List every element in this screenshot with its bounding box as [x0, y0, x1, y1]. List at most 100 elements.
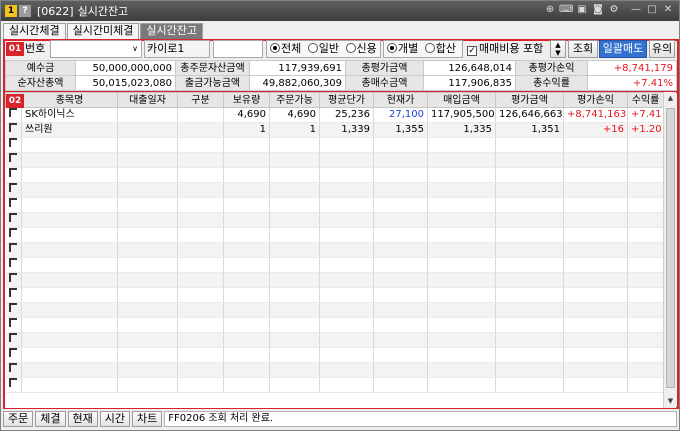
empty-cell [495, 212, 564, 228]
empty-cell [177, 152, 224, 168]
include-fee-label: 매매비용 포함 [479, 42, 544, 55]
empty-cell [319, 302, 374, 318]
table-row[interactable] [5, 152, 663, 168]
scroll-thumb[interactable] [666, 108, 675, 388]
empty-cell [319, 137, 374, 153]
status-bar: 주문 체결 현재 시간 차트 FF0206 조회 처리 완료. [3, 410, 677, 428]
row-marker-icon [5, 197, 22, 213]
table-row[interactable] [5, 182, 663, 198]
minimize-icon[interactable]: — [629, 3, 643, 17]
account-number-select[interactable]: ∨ [50, 40, 142, 58]
table-row[interactable] [5, 287, 663, 303]
holdings-grid[interactable]: 종목명 대출일자 구분 보유량 주문가능 평균단가 현재가 매입금액 평가금액 … [5, 92, 663, 408]
table-row[interactable]: 쓰리원 1 1 1,339 1,355 1,335 1,351 +16 +1.2… [5, 122, 663, 138]
scroll-up-icon[interactable]: ▲ [664, 92, 677, 105]
table-row[interactable] [5, 332, 663, 348]
total-order-asset-label: 총주문자산금액 [175, 60, 250, 76]
camera-icon[interactable]: ◙ [591, 3, 605, 17]
empty-cell [427, 377, 496, 393]
query-button[interactable]: 조회 [568, 40, 598, 58]
col-header-loan-date[interactable]: 대출일자 [117, 92, 178, 108]
cell-type [177, 122, 224, 138]
chevron-down-icon[interactable]: ∨ [132, 41, 138, 57]
table-row[interactable] [5, 377, 663, 393]
empty-cell [177, 137, 224, 153]
close-icon[interactable]: ✕ [661, 3, 675, 17]
radio-all[interactable]: 전체 [270, 42, 301, 55]
table-row[interactable] [5, 272, 663, 288]
fills-button[interactable]: 체결 [35, 411, 66, 427]
scroll-down-icon[interactable]: ▼ [664, 395, 677, 408]
empty-cell [269, 302, 320, 318]
table-row[interactable] [5, 362, 663, 378]
col-header-eval-amount[interactable]: 평가금액 [495, 92, 564, 108]
empty-cell [223, 167, 270, 183]
cell-pnl: +8,741,163 [563, 107, 628, 123]
col-header-cur-price[interactable]: 현재가 [373, 92, 428, 108]
empty-cell [21, 362, 118, 378]
empty-cell [21, 227, 118, 243]
table-row[interactable] [5, 167, 663, 183]
col-header-avg-price[interactable]: 평균단가 [319, 92, 374, 108]
col-header-name[interactable]: 종목명 [21, 92, 118, 108]
table-row[interactable] [5, 242, 663, 258]
row-marker-icon [5, 362, 22, 378]
radio-combined[interactable]: 합산 [424, 42, 456, 55]
empty-cell [495, 167, 564, 183]
sell-all-button[interactable]: 일괄매도 [599, 40, 647, 58]
tab-realtime-unfilled[interactable]: 실시간미체결 [66, 23, 140, 39]
col-header-pnl[interactable]: 평가손익 [563, 92, 628, 108]
pin-icon[interactable]: ⊕ [543, 3, 557, 17]
row-marker-icon [5, 107, 22, 123]
chart-button[interactable]: 차트 [132, 411, 163, 427]
empty-cell [319, 287, 374, 303]
col-header-qty[interactable]: 보유량 [223, 92, 270, 108]
gear-icon[interactable]: ⚙ [607, 3, 621, 17]
maximize-icon[interactable]: □ [645, 3, 659, 17]
total-return-value: +7.41% [587, 75, 677, 91]
col-header-type[interactable]: 구분 [177, 92, 224, 108]
keyboard-icon[interactable]: ⌨ [559, 3, 573, 17]
spin-updown-icon[interactable]: ▲ ▼ [550, 40, 566, 58]
row-marker-icon [5, 377, 22, 393]
col-header-return[interactable]: 수익률 [627, 92, 663, 108]
table-row[interactable] [5, 347, 663, 363]
table-row[interactable] [5, 302, 663, 318]
tab-realtime-balance[interactable]: 실시간잔고 [140, 23, 203, 39]
help-icon[interactable]: ? [19, 5, 31, 17]
empty-cell [427, 182, 496, 198]
table-row[interactable] [5, 317, 663, 333]
empty-cell [117, 257, 178, 273]
include-fee-checkbox[interactable]: ✓ 매매비용 포함 [467, 40, 543, 58]
tab-realtime-fills[interactable]: 실시간체결 [3, 23, 66, 39]
row-marker-icon [5, 167, 22, 183]
empty-cell [373, 242, 428, 258]
col-header-orderable[interactable]: 주문가능 [269, 92, 320, 108]
table-row[interactable] [5, 227, 663, 243]
table-row[interactable] [5, 197, 663, 213]
empty-cell [427, 302, 496, 318]
password-field[interactable] [213, 40, 263, 58]
quote-button[interactable]: 현재 [67, 411, 98, 427]
empty-cell [117, 242, 178, 258]
empty-cell [177, 302, 224, 318]
order-button[interactable]: 주문 [3, 411, 34, 427]
empty-cell [427, 137, 496, 153]
radio-credit[interactable]: 신용 [345, 42, 377, 55]
table-row[interactable] [5, 257, 663, 273]
empty-cell [563, 242, 628, 258]
vertical-scrollbar[interactable]: ▲ ▼ [663, 92, 676, 408]
col-header-buy-amount[interactable]: 매입금액 [427, 92, 496, 108]
empty-cell [21, 317, 118, 333]
radio-general[interactable]: 일반 [307, 42, 339, 55]
empty-cell [373, 152, 428, 168]
table-row[interactable] [5, 212, 663, 228]
row-marker-icon [5, 212, 22, 228]
row-marker-icon [5, 317, 22, 333]
save-icon[interactable]: ▣ [575, 3, 589, 17]
time-button[interactable]: 시간 [99, 411, 130, 427]
radio-individual[interactable]: 개별 [387, 42, 418, 55]
table-row[interactable] [5, 137, 663, 153]
notice-button[interactable]: 유의 [649, 40, 675, 58]
table-row[interactable]: SK하이닉스 4,690 4,690 25,236 27,100 117,905… [5, 107, 663, 123]
